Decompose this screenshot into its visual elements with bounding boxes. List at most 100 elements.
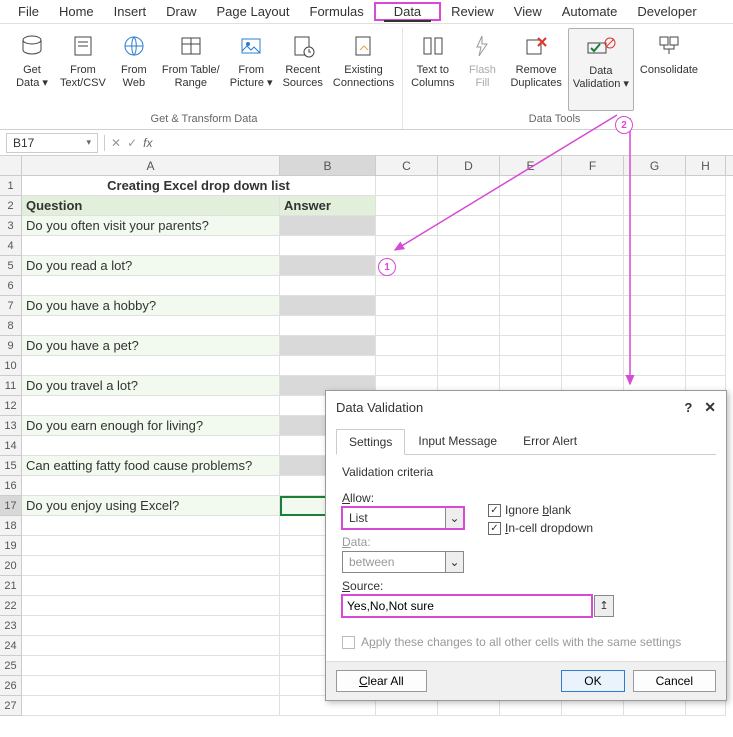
cell-A27[interactable] [22, 696, 280, 716]
cell-A14[interactable] [22, 436, 280, 456]
col-header-b[interactable]: B [280, 156, 376, 175]
cell-C2[interactable] [376, 196, 438, 216]
cell-H4[interactable] [686, 236, 726, 256]
cell-D1[interactable] [438, 176, 500, 196]
cell-F5[interactable] [562, 256, 624, 276]
from-picture-button[interactable]: From Picture ▾ [226, 28, 277, 111]
cell-A21[interactable] [22, 576, 280, 596]
from-table-button[interactable]: From Table/ Range [158, 28, 224, 111]
cell-F2[interactable] [562, 196, 624, 216]
row-header[interactable]: 25 [0, 656, 22, 676]
row-header[interactable]: 1 [0, 176, 22, 196]
recent-sources-button[interactable]: Recent Sources [279, 28, 327, 111]
fx-icon[interactable]: fx [143, 136, 152, 150]
cell-A2[interactable]: Question [22, 196, 280, 216]
cell-F9[interactable] [562, 336, 624, 356]
cell-D9[interactable] [438, 336, 500, 356]
cell-F10[interactable] [562, 356, 624, 376]
menu-automate[interactable]: Automate [552, 2, 628, 21]
cell-A5[interactable]: Do you read a lot? [22, 256, 280, 276]
cell-A23[interactable] [22, 616, 280, 636]
row-header[interactable]: 13 [0, 416, 22, 436]
cell-E10[interactable] [500, 356, 562, 376]
col-header-e[interactable]: E [500, 156, 562, 175]
cell-E5[interactable] [500, 256, 562, 276]
cell-E8[interactable] [500, 316, 562, 336]
text-to-columns-button[interactable]: Text to Columns [407, 28, 458, 111]
row-header[interactable]: 7 [0, 296, 22, 316]
incell-dropdown-checkbox[interactable]: ✓ [488, 522, 501, 535]
cell-H1[interactable] [686, 176, 726, 196]
row-header[interactable]: 10 [0, 356, 22, 376]
cell-H3[interactable] [686, 216, 726, 236]
cell-B9[interactable] [280, 336, 376, 356]
cell-C1[interactable] [376, 176, 438, 196]
consolidate-button[interactable]: Consolidate [636, 28, 702, 111]
cell-A3[interactable]: Do you often visit your parents? [22, 216, 280, 236]
name-box[interactable]: B17▾ [6, 133, 98, 153]
cancel-icon[interactable]: ✕ [111, 136, 121, 150]
cell-B10[interactable] [280, 356, 376, 376]
cell-C9[interactable] [376, 336, 438, 356]
row-header[interactable]: 26 [0, 676, 22, 696]
cell-B6[interactable] [280, 276, 376, 296]
menu-insert[interactable]: Insert [104, 2, 157, 21]
row-header[interactable]: 19 [0, 536, 22, 556]
row-header[interactable]: 23 [0, 616, 22, 636]
cell-D10[interactable] [438, 356, 500, 376]
cell-E3[interactable] [500, 216, 562, 236]
cancel-button[interactable]: Cancel [633, 670, 716, 692]
existing-connections-button[interactable]: Existing Connections [329, 28, 398, 111]
row-header[interactable]: 15 [0, 456, 22, 476]
row-header[interactable]: 4 [0, 236, 22, 256]
cell-H5[interactable] [686, 256, 726, 276]
tab-error-alert[interactable]: Error Alert [510, 428, 590, 454]
cell-B3[interactable] [280, 216, 376, 236]
cell-H6[interactable] [686, 276, 726, 296]
cell-B5[interactable] [280, 256, 376, 276]
row-header[interactable]: 17 [0, 496, 22, 516]
menu-review[interactable]: Review [441, 2, 504, 21]
cell-D3[interactable] [438, 216, 500, 236]
col-header-h[interactable]: H [686, 156, 726, 175]
source-input[interactable] [342, 595, 592, 617]
get-data-button[interactable]: Get Data ▾ [10, 28, 54, 111]
cell-G2[interactable] [624, 196, 686, 216]
cell-A1[interactable]: Creating Excel drop down list [22, 176, 376, 196]
cell-F1[interactable] [562, 176, 624, 196]
col-header-a[interactable]: A [22, 156, 280, 175]
row-header[interactable]: 11 [0, 376, 22, 396]
cell-D7[interactable] [438, 296, 500, 316]
row-header[interactable]: 16 [0, 476, 22, 496]
cell-C3[interactable] [376, 216, 438, 236]
cell-A4[interactable] [22, 236, 280, 256]
row-header[interactable]: 22 [0, 596, 22, 616]
cell-A22[interactable] [22, 596, 280, 616]
col-header-g[interactable]: G [624, 156, 686, 175]
menu-pagelayout[interactable]: Page Layout [207, 2, 300, 21]
cell-D4[interactable] [438, 236, 500, 256]
row-header[interactable]: 14 [0, 436, 22, 456]
cell-F6[interactable] [562, 276, 624, 296]
cell-H9[interactable] [686, 336, 726, 356]
cell-F3[interactable] [562, 216, 624, 236]
cell-A26[interactable] [22, 676, 280, 696]
cell-E2[interactable] [500, 196, 562, 216]
cell-C10[interactable] [376, 356, 438, 376]
clear-all-button[interactable]: Clear All [336, 670, 427, 692]
menu-file[interactable]: File [8, 2, 49, 21]
cell-D2[interactable] [438, 196, 500, 216]
cell-C4[interactable] [376, 236, 438, 256]
menu-draw[interactable]: Draw [156, 2, 206, 21]
row-header[interactable]: 3 [0, 216, 22, 236]
cell-G9[interactable] [624, 336, 686, 356]
cell-H2[interactable] [686, 196, 726, 216]
row-header[interactable]: 12 [0, 396, 22, 416]
row-header[interactable]: 24 [0, 636, 22, 656]
cell-E7[interactable] [500, 296, 562, 316]
row-header[interactable]: 18 [0, 516, 22, 536]
cell-D6[interactable] [438, 276, 500, 296]
row-header[interactable]: 9 [0, 336, 22, 356]
menu-developer[interactable]: Developer [627, 2, 706, 21]
cell-G1[interactable] [624, 176, 686, 196]
